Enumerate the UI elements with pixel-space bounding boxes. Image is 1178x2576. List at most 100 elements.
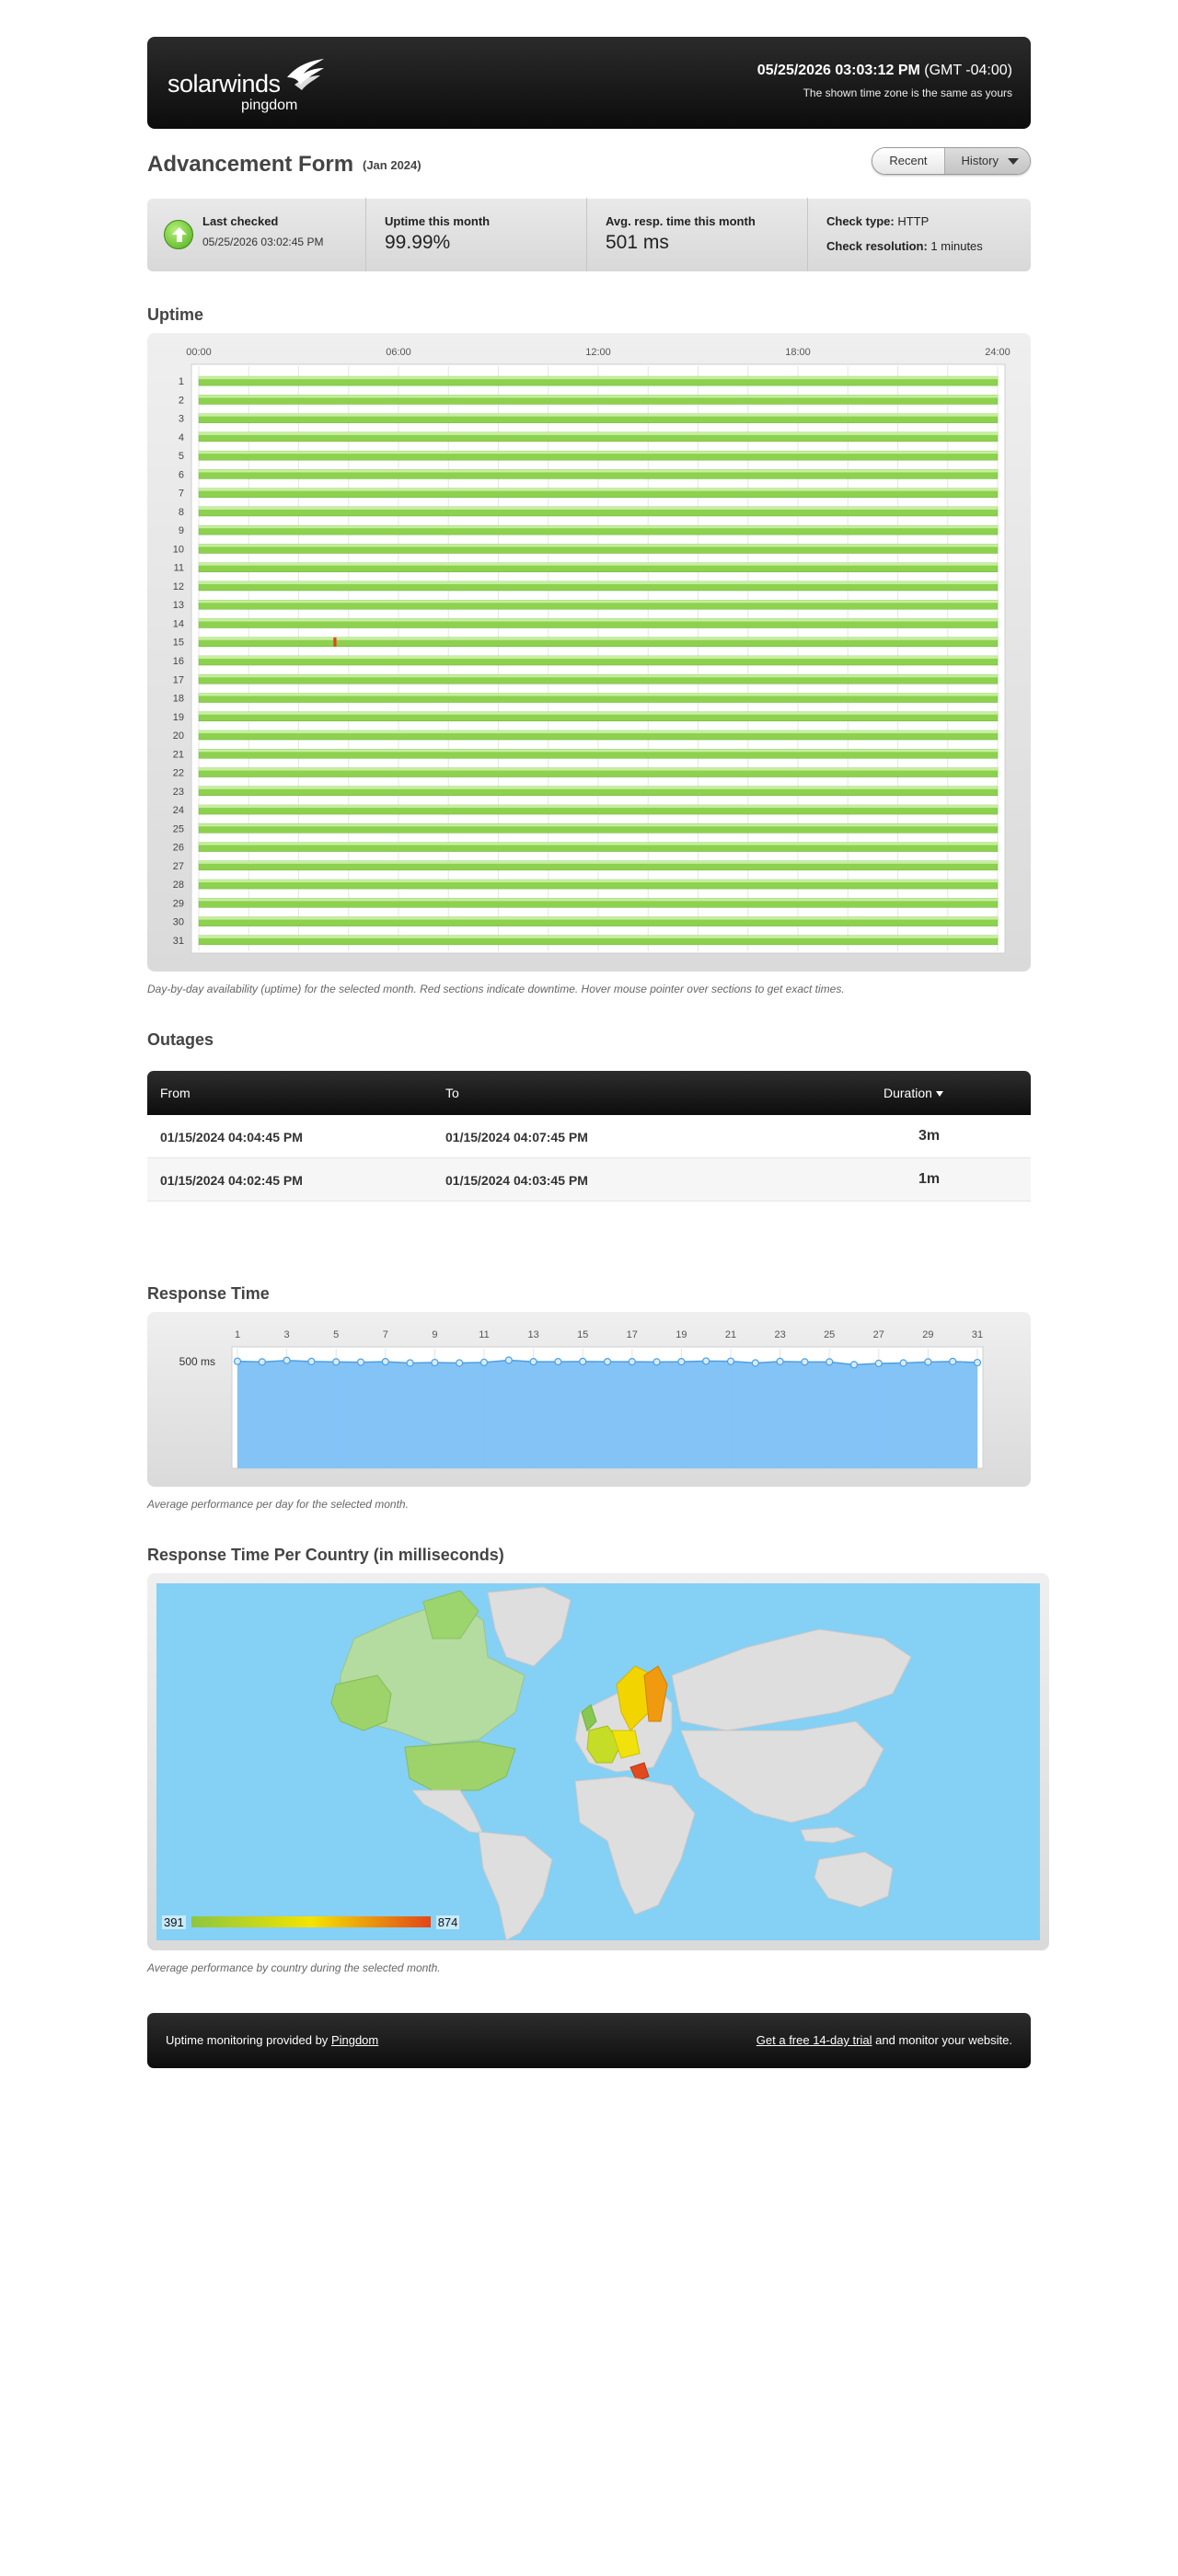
map-usa [404, 1741, 516, 1791]
uptime-day-label: 29 [173, 898, 184, 909]
response-point [356, 1358, 365, 1366]
uptime-day-label: 12 [173, 581, 184, 592]
outage-to: 01/15/2024 04:07:45 PM [445, 1130, 588, 1144]
outages-header-row: From To Duration [147, 1071, 1031, 1115]
uptime-bar-highlight [199, 618, 998, 622]
status-up-icon [164, 220, 193, 249]
response-point [307, 1357, 316, 1365]
uptime-bar-highlight [199, 413, 998, 417]
response-point [456, 1359, 464, 1367]
uptime-bar-highlight [199, 730, 998, 734]
response-point [258, 1358, 266, 1366]
response-x-tick: 31 [972, 1329, 983, 1340]
uptime-day-label: 2 [179, 395, 184, 406]
response-point [726, 1357, 735, 1365]
pingdom-link[interactable]: Pingdom [331, 2033, 378, 2047]
response-point [702, 1357, 710, 1365]
uptime-bar-highlight [199, 880, 998, 883]
map-legend: 391 874 [162, 1915, 460, 1929]
uptime-day-label: 25 [173, 823, 184, 834]
uptime-bar-highlight [199, 674, 998, 678]
uptime-bar-highlight [199, 562, 998, 566]
response-x-tick: 17 [627, 1329, 638, 1340]
uptime-downtime-segment [334, 637, 337, 647]
outage-from: 01/15/2024 04:04:45 PM [160, 1130, 303, 1144]
response-x-tick: 5 [333, 1329, 339, 1340]
uptime-day-label: 5 [179, 451, 184, 462]
uptime-day-label: 26 [173, 843, 184, 854]
history-dropdown[interactable]: History [943, 148, 1030, 174]
world-map[interactable]: 391 874 [156, 1583, 1040, 1940]
uptime-bar-highlight [199, 451, 998, 454]
response-x-tick: 7 [383, 1329, 388, 1340]
sort-down-icon [935, 1091, 943, 1098]
response-panel: 1 3 5 7 9 11 13 15 17 19 21 23 25 27 29 31 500 ms [147, 1312, 1031, 1487]
response-x-tick: 25 [824, 1329, 835, 1340]
footer-right-text: and monitor your website. [875, 2033, 1012, 2047]
response-x-tick: 23 [774, 1329, 785, 1340]
uptime-bar-highlight [199, 488, 998, 491]
legend-gradient [191, 1916, 431, 1927]
last-checked-cell: Last checked 05/25/2026 03:02:45 PM [147, 198, 366, 271]
uptime-bar-highlight [199, 637, 998, 640]
solarwinds-pingdom-logo[interactable]: solarwinds pingdom [167, 57, 324, 113]
avg-resp-cell: Avg. resp. time this month 501 ms [587, 198, 808, 271]
response-x-tick: 15 [577, 1329, 588, 1340]
footer-left: Uptime monitoring provided by Pingdom [166, 2033, 378, 2047]
uptime-value: 99.99% [385, 232, 451, 253]
map-asia [680, 1720, 884, 1823]
footer-left-text: Uptime monitoring provided by [166, 2033, 329, 2047]
header-from[interactable]: From [160, 1086, 191, 1100]
uptime-chart: 00:00 06:00 12:00 18:00 24:00123456789101112… [173, 347, 1011, 954]
logo-brand: solarwinds [167, 70, 281, 98]
response-x-tick: 11 [479, 1329, 489, 1340]
check-type: Check type: HTTP [826, 214, 1012, 228]
uptime-day-label: 27 [173, 861, 184, 872]
avg-resp-value: 501 ms [606, 232, 669, 253]
uptime-bar-highlight [199, 898, 998, 902]
uptime-day-label: 23 [173, 787, 184, 798]
uptime-bar-highlight [199, 805, 998, 809]
response-point [677, 1358, 686, 1366]
header-to[interactable]: To [445, 1086, 459, 1100]
uptime-bar-highlight [199, 525, 998, 529]
response-x-tick: 1 [235, 1329, 240, 1340]
last-checked-label: Last checked [202, 214, 279, 228]
footer-right: Get a free 14-day trial and monitor your… [756, 2033, 1012, 2047]
uptime-bar-highlight [199, 376, 998, 380]
datetime-value: 05/25/2026 03:03:12 PM [756, 63, 920, 78]
caret-down-icon [1008, 158, 1019, 165]
response-point [628, 1358, 636, 1366]
uptime-hour-tick: 24:00 [985, 347, 1011, 358]
response-point [776, 1357, 784, 1365]
response-point [406, 1359, 414, 1367]
response-point [849, 1361, 859, 1369]
response-point [381, 1358, 389, 1366]
uptime-day-label: 30 [173, 917, 184, 928]
free-trial-link[interactable]: Get a free 14-day trial [756, 2033, 872, 2047]
uptime-day-label: 17 [173, 674, 184, 685]
uptime-day-label: 11 [174, 563, 184, 574]
uptime-day-label: 1 [179, 376, 184, 387]
response-point [751, 1359, 759, 1367]
uptime-day-label: 24 [173, 805, 184, 816]
check-res-label: Check resolution: [826, 239, 928, 253]
response-point [826, 1358, 834, 1366]
uptime-hour-tick: 18:00 [785, 347, 811, 358]
table-row: 01/15/2024 04:02:45 PM 01/15/2024 04:03:… [147, 1158, 1031, 1202]
recent-button[interactable]: Recent [872, 148, 944, 174]
check-resolution: Check resolution: 1 minutes [826, 239, 1012, 253]
map-south-america [478, 1831, 553, 1940]
uptime-bar-highlight [199, 767, 998, 771]
uptime-bar-highlight [199, 749, 998, 753]
uptime-day-label: 8 [179, 507, 184, 518]
bird-logo-icon [287, 59, 324, 90]
response-point [874, 1359, 883, 1368]
uptime-bar-highlight [199, 860, 998, 864]
uptime-bar-highlight [199, 581, 998, 584]
timezone-note: The shown time zone is the same as yours [803, 86, 1012, 99]
logo-product: pingdom [241, 98, 298, 113]
response-point [332, 1358, 341, 1366]
page-title: Advancement Form [147, 152, 354, 177]
header-duration[interactable]: Duration [884, 1086, 943, 1100]
